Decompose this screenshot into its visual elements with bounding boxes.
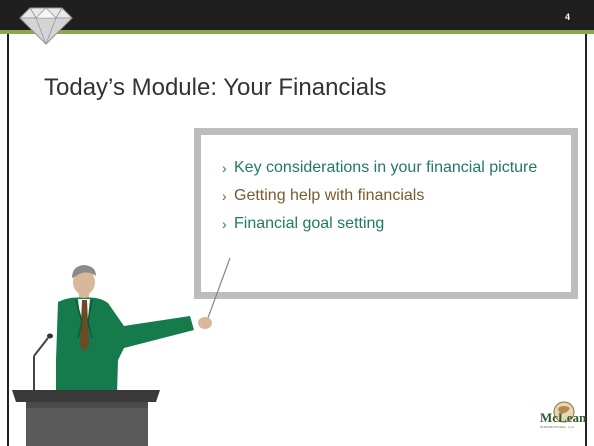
company-brand: McLean: [540, 410, 587, 425]
presenter-illustration: [12, 257, 231, 446]
pointer-stick: [204, 257, 231, 327]
podium-body: [26, 402, 148, 446]
podium-top: [12, 390, 160, 402]
company-tagline: INTERNATIONAL, LLC: [540, 425, 575, 429]
presenter-hand: [198, 317, 212, 329]
slide: 4 Today’s Module: Your Financials › Key …: [0, 0, 594, 446]
company-logo: McLean INTERNATIONAL, LLC: [540, 396, 586, 440]
